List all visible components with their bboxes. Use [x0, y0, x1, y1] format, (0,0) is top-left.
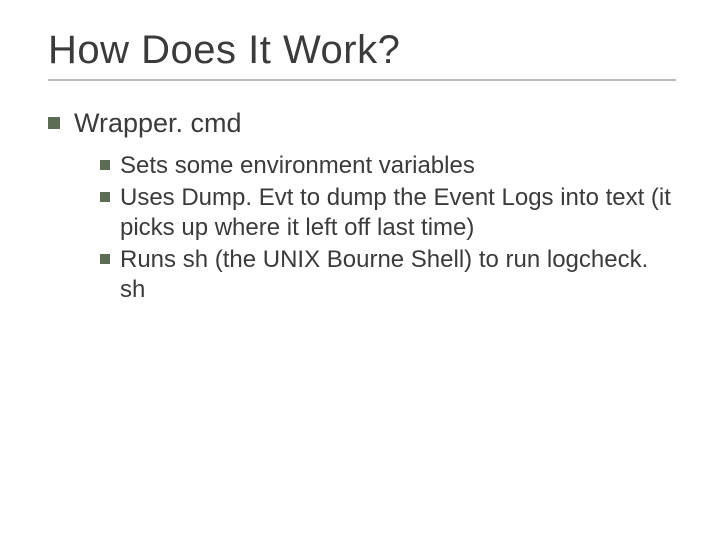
- bullet-text: Wrapper. cmd: [74, 107, 242, 141]
- list-item: Sets some environment variables: [100, 151, 676, 181]
- square-bullet-icon: [48, 117, 60, 129]
- list-item: Runs sh (the UNIX Bourne Shell) to run l…: [100, 245, 676, 305]
- square-bullet-icon: [100, 254, 110, 264]
- square-bullet-icon: [100, 160, 110, 170]
- slide-title: How Does It Work?: [48, 28, 676, 73]
- bullet-text: Uses Dump. Evt to dump the Event Logs in…: [120, 183, 676, 243]
- bullet-text: Sets some environment variables: [120, 151, 475, 181]
- slide: How Does It Work? Wrapper. cmd Sets some…: [0, 0, 720, 540]
- bullet-text: Runs sh (the UNIX Bourne Shell) to run l…: [120, 245, 676, 305]
- square-bullet-icon: [100, 192, 110, 202]
- sub-bullet-list: Sets some environment variables Uses Dum…: [100, 151, 676, 305]
- list-item: Uses Dump. Evt to dump the Event Logs in…: [100, 183, 676, 243]
- title-underline: [48, 79, 676, 81]
- list-item: Wrapper. cmd: [48, 107, 676, 141]
- bullet-list: Wrapper. cmd: [48, 107, 676, 141]
